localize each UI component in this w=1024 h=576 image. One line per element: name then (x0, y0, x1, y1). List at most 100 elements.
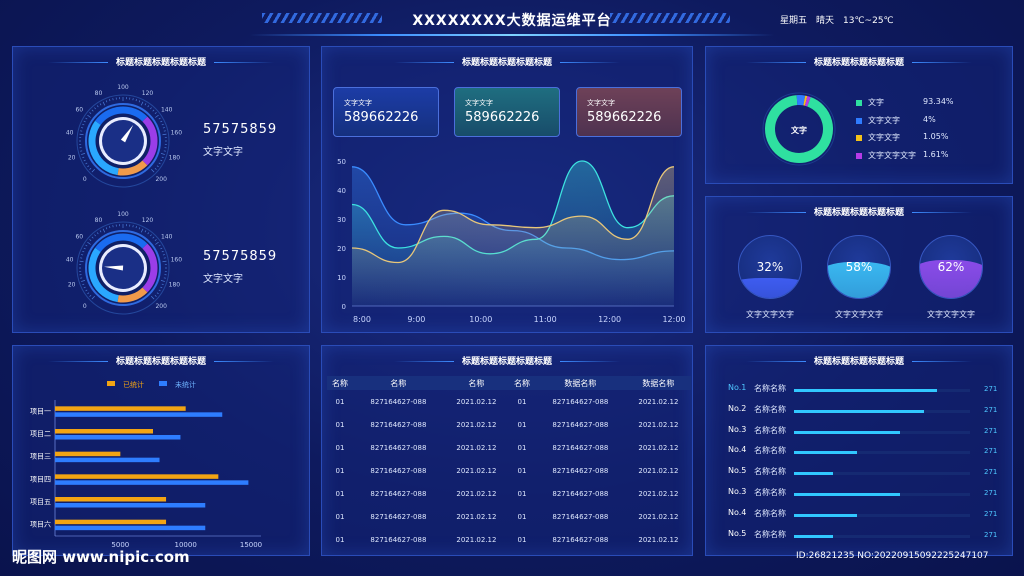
bar (55, 503, 206, 508)
x-tick-label: 9:00 (407, 315, 425, 324)
rank-value: 271 (984, 426, 998, 435)
rank-number: No.5 (728, 466, 747, 476)
bar (55, 474, 219, 479)
legend-swatch (856, 100, 862, 106)
table-header-cell: 名称 (443, 376, 509, 390)
stat-card-2[interactable]: 文字文字 589662226 (454, 87, 560, 137)
gauge-tick-label: 200 (155, 303, 167, 310)
table-cell: 2021.02.12 (638, 420, 679, 429)
stat-card-3[interactable]: 文字文字 589662226 (576, 87, 682, 137)
x-tick-label: 12:00 (598, 315, 621, 324)
bar (55, 497, 167, 502)
rank-bar-track (794, 493, 970, 496)
rank-bar-fill (794, 472, 833, 476)
table-row[interactable]: 01 827164627-088 2021.02.12 01 827164627-088… (327, 413, 691, 436)
rank-number: No.3 (728, 424, 747, 434)
gauge-tick (138, 100, 141, 103)
rank-value: 271 (984, 489, 998, 497)
gauge-tick (85, 162, 88, 165)
table-cell: 827164627-088 (370, 466, 427, 475)
gauge-tick (82, 250, 85, 253)
gauge-tick (89, 168, 92, 170)
legend-value: 1.05% (923, 132, 949, 141)
rank-value: 271 (984, 468, 998, 477)
gauge-tick (135, 99, 137, 102)
rank-label: 名称名称 (754, 404, 786, 414)
table-cell: 01 (335, 397, 345, 406)
gauge-tick (85, 244, 88, 247)
rank-bar-track (794, 472, 970, 476)
gauge-tick (150, 234, 152, 237)
table-row[interactable]: 01 827164627-088 2021.02.12 01 827164627-088… (327, 390, 691, 413)
ranking-row[interactable]: No.4 名称名称 271 (728, 445, 1008, 459)
rank-bar-fill (794, 534, 833, 538)
ranking-row[interactable]: No.1 名称名称 271 (728, 383, 1008, 397)
category-label: 项目五 (30, 498, 51, 506)
ranking-row[interactable]: No.3 名称名称 271 (728, 425, 1008, 439)
gauge-tick (162, 260, 167, 263)
legend-swatch (856, 135, 862, 141)
hbar-panel: 标题标题标题标题标题 已统计 未统计 项目一 项目二 项目三 项目四 项目五 项目六 5000 1… (12, 345, 310, 556)
legend-label: 未统计 (175, 380, 196, 389)
progress-percent: 58% (845, 260, 873, 274)
rank-bar-fill (794, 513, 858, 517)
table-cell: 2021.02.12 (638, 397, 679, 406)
gauge-tick-label: 180 (169, 282, 181, 289)
bar (55, 451, 121, 457)
legend-label: 已统计 (123, 380, 144, 389)
donut-legend-item: 文字文字 4% (856, 115, 996, 127)
gauge-tick (147, 232, 150, 235)
gauge-tick (162, 133, 167, 136)
ranking-row[interactable]: No.5 名称名称 271 (728, 466, 1008, 480)
data-table: 名称 名称 名称 名称 数据名称 数据名称 01 827164627-088 2021.02.… (327, 376, 691, 552)
rank-value: 271 (984, 385, 998, 393)
gauge-tick (150, 107, 152, 110)
stat-card-1[interactable]: 文字文字 589662226 (333, 87, 439, 137)
gauge-tick (83, 247, 86, 250)
table-cell: 827164627-088 (552, 420, 609, 429)
table-cell: 01 (517, 397, 527, 406)
legend-swatch (107, 381, 115, 386)
ranking-row[interactable]: No.3 名称名称 271 (728, 487, 1008, 501)
rank-bar-track (794, 451, 970, 455)
donut-center-label: 文字 (791, 126, 807, 135)
ranking-row[interactable]: No.5 名称名称 271 (728, 529, 1008, 543)
category-label: 项目四 (30, 475, 51, 483)
ranking-row[interactable]: No.2 名称名称 271 (728, 404, 1008, 418)
gauge-tick (81, 280, 86, 282)
table-cell: 01 (335, 443, 345, 452)
table-cell: 2021.02.12 (456, 513, 497, 522)
table-cell: 2021.02.12 (456, 420, 497, 429)
gauge-tick-label: 20 (68, 282, 76, 289)
rank-bar-fill (794, 493, 900, 496)
gauge-tick (140, 228, 144, 233)
rank-number: No.2 (728, 403, 747, 413)
gauge-1-value: 57575859 (203, 122, 278, 137)
table-body: 01 827164627-088 2021.02.12 01 827164627-088… (327, 390, 691, 552)
table-row[interactable]: 01 827164627-088 2021.02.12 01 827164627-088… (327, 529, 691, 552)
gauge-tick (79, 133, 84, 136)
gauge-tick (82, 283, 85, 286)
legend-value: 4% (923, 114, 936, 124)
table-row[interactable]: 01 827164627-088 2021.02.12 01 827164627-088… (327, 505, 691, 528)
progress-ball-label: 文字文字文字 (927, 310, 975, 319)
table-cell: 827164627-088 (370, 443, 427, 452)
gauge-tick (109, 99, 111, 102)
table-row[interactable]: 01 827164627-088 2021.02.12 01 827164627-088… (327, 459, 691, 482)
gauge-tick (154, 112, 157, 114)
y-tick-label: 30 (337, 216, 346, 224)
gauge-tick (160, 286, 163, 289)
table-cell: 01 (335, 536, 345, 545)
gauge-tick (158, 117, 161, 120)
table-row[interactable]: 01 827164627-088 2021.02.12 01 827164627-088… (327, 482, 691, 505)
gauge-tick (89, 295, 92, 297)
table-cell: 827164627-088 (552, 466, 609, 475)
gauge-tick (105, 227, 108, 230)
gauge-tick (156, 292, 159, 295)
table-cell: 01 (517, 536, 527, 545)
table-row[interactable]: 01 827164627-088 2021.02.12 01 827164627-088… (327, 436, 691, 459)
gauge-tick (87, 292, 90, 295)
gauge-tick (160, 247, 163, 250)
ranking-row[interactable]: No.4 名称名称 271 (728, 508, 1008, 522)
rank-bar-track (794, 430, 970, 434)
